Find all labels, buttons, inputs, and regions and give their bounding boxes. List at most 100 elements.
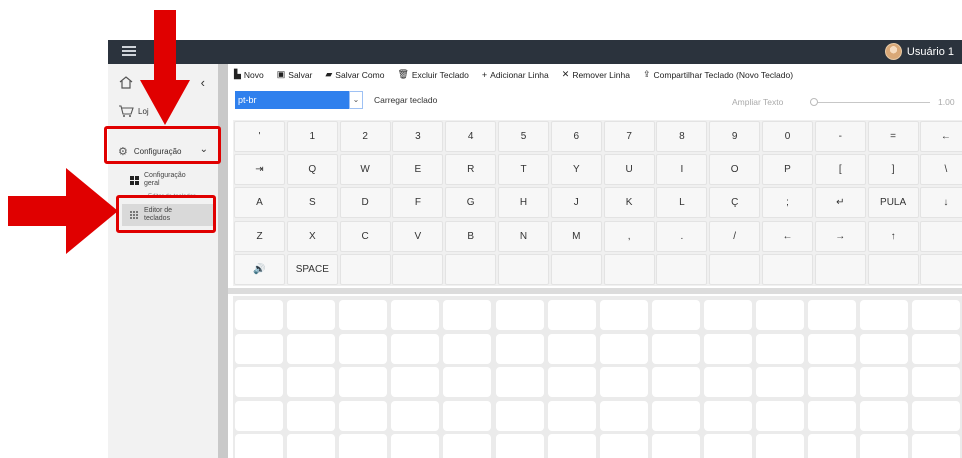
palette-cell[interactable] <box>339 367 388 397</box>
save-as-button[interactable]: ▰ Salvar Como <box>325 69 384 80</box>
palette-cell[interactable] <box>651 434 700 458</box>
palette-cell[interactable] <box>339 434 388 458</box>
palette-cell[interactable] <box>912 300 961 330</box>
keyboard-key[interactable]: S <box>286 187 338 219</box>
palette-cell[interactable] <box>756 367 804 397</box>
palette-cell[interactable] <box>808 333 857 364</box>
keyboard-key[interactable] <box>814 253 866 285</box>
keyboard-key[interactable]: X <box>286 220 338 252</box>
language-select[interactable]: pt-br ⌄ <box>235 91 363 109</box>
palette-cell[interactable] <box>495 300 544 330</box>
palette-cell[interactable] <box>547 434 596 458</box>
palette-cell[interactable] <box>339 400 388 431</box>
palette-cell[interactable] <box>756 400 804 431</box>
palette-cell[interactable] <box>235 333 283 364</box>
palette-cell[interactable] <box>235 400 283 431</box>
menu-icon[interactable] <box>122 46 136 57</box>
palette-cell[interactable] <box>703 400 752 431</box>
keyboard-key[interactable]: K <box>603 187 655 219</box>
palette-cell[interactable] <box>339 300 388 330</box>
palette-cell[interactable] <box>599 434 648 458</box>
palette-cell[interactable] <box>756 300 804 330</box>
keyboard-key[interactable]: 🔊 <box>234 253 285 285</box>
palette-cell[interactable] <box>235 367 283 397</box>
palette-cell[interactable] <box>860 300 909 330</box>
keyboard-key[interactable]: ↵ <box>814 187 866 219</box>
delete-keyboard-button[interactable]: 🗑 Excluir Teclado <box>397 69 468 80</box>
palette-cell[interactable] <box>860 434 909 458</box>
palette-cell[interactable] <box>287 367 336 397</box>
keyboard-key[interactable]: 9 <box>709 121 761 152</box>
palette-cell[interactable] <box>808 434 857 458</box>
keyboard-key[interactable]: / <box>709 220 761 252</box>
palette-cell[interactable] <box>287 300 336 330</box>
palette-cell[interactable] <box>651 300 700 330</box>
keyboard-key[interactable]: 3 <box>392 121 444 152</box>
keyboard-key[interactable]: \ <box>920 154 962 186</box>
palette-cell[interactable] <box>912 400 961 431</box>
keyboard-key[interactable]: V <box>392 220 444 252</box>
keyboard-key[interactable]: 5 <box>498 121 549 152</box>
palette-cell[interactable] <box>339 333 388 364</box>
palette-cell[interactable] <box>912 434 961 458</box>
palette-cell[interactable] <box>651 367 700 397</box>
palette-cell[interactable] <box>443 333 492 364</box>
palette-cell[interactable] <box>756 333 804 364</box>
palette-cell[interactable] <box>912 333 961 364</box>
keyboard-key[interactable] <box>709 253 761 285</box>
palette-cell[interactable] <box>703 434 752 458</box>
keyboard-key[interactable]: C <box>339 220 391 252</box>
palette-cell[interactable] <box>860 333 909 364</box>
keyboard-key[interactable]: ↑ <box>867 220 919 252</box>
keyboard-key[interactable]: T <box>498 154 549 186</box>
add-row-button[interactable]: + Adicionar Linha <box>482 69 549 80</box>
keyboard-key[interactable]: ← <box>762 220 813 252</box>
keyboard-key[interactable]: ⇥ <box>234 154 285 186</box>
keyboard-key[interactable]: PULA <box>867 187 919 219</box>
keyboard-divider[interactable] <box>228 288 962 294</box>
keyboard-key[interactable]: F <box>392 187 444 219</box>
keyboard-key[interactable] <box>867 253 919 285</box>
keyboard-key[interactable]: Y <box>550 154 602 186</box>
palette-cell[interactable] <box>547 300 596 330</box>
keyboard-key[interactable] <box>920 220 962 252</box>
palette-cell[interactable] <box>443 300 492 330</box>
keyboard-key[interactable]: = <box>867 121 919 152</box>
keyboard-key[interactable]: - <box>814 121 866 152</box>
user-menu[interactable]: Usuário 1 <box>884 43 954 60</box>
palette-cell[interactable] <box>860 400 909 431</box>
keyboard-key[interactable]: H <box>498 187 549 219</box>
zoom-slider-track[interactable] <box>810 102 930 103</box>
keyboard-key[interactable]: M <box>550 220 602 252</box>
palette-cell[interactable] <box>391 300 440 330</box>
palette-cell[interactable] <box>495 367 544 397</box>
palette-cell[interactable] <box>287 333 336 364</box>
remove-row-button[interactable]: ✕ Remover Linha <box>562 69 630 80</box>
keyboard-key[interactable]: ' <box>234 121 285 152</box>
palette-cell[interactable] <box>808 367 857 397</box>
palette-cell[interactable] <box>703 367 752 397</box>
keyboard-key[interactable]: J <box>550 187 602 219</box>
zoom-slider-handle[interactable] <box>810 98 818 106</box>
palette-cell[interactable] <box>495 434 544 458</box>
keyboard-key[interactable]: N <box>498 220 549 252</box>
keyboard-key[interactable]: A <box>234 187 285 219</box>
palette-cell[interactable] <box>599 333 648 364</box>
keyboard-key[interactable]: P <box>762 154 813 186</box>
palette-cell[interactable] <box>443 434 492 458</box>
keyboard-key[interactable] <box>603 253 655 285</box>
sidebar-item-configuracao-geral[interactable]: Configuração geral <box>130 172 186 188</box>
keyboard-key[interactable]: 6 <box>550 121 602 152</box>
palette-cell[interactable] <box>912 367 961 397</box>
keyboard-key[interactable]: 7 <box>603 121 655 152</box>
save-button[interactable]: ▣ Salvar <box>277 69 313 80</box>
keyboard-key[interactable]: 1 <box>286 121 338 152</box>
chevron-down-icon[interactable]: ⌄ <box>349 91 363 109</box>
keyboard-key[interactable]: E <box>392 154 444 186</box>
keyboard-key[interactable]: Q <box>286 154 338 186</box>
palette-cell[interactable] <box>495 333 544 364</box>
palette-cell[interactable] <box>651 400 700 431</box>
keyboard-key[interactable]: 8 <box>656 121 708 152</box>
keyboard-key[interactable]: . <box>656 220 708 252</box>
keyboard-key[interactable]: → <box>814 220 866 252</box>
